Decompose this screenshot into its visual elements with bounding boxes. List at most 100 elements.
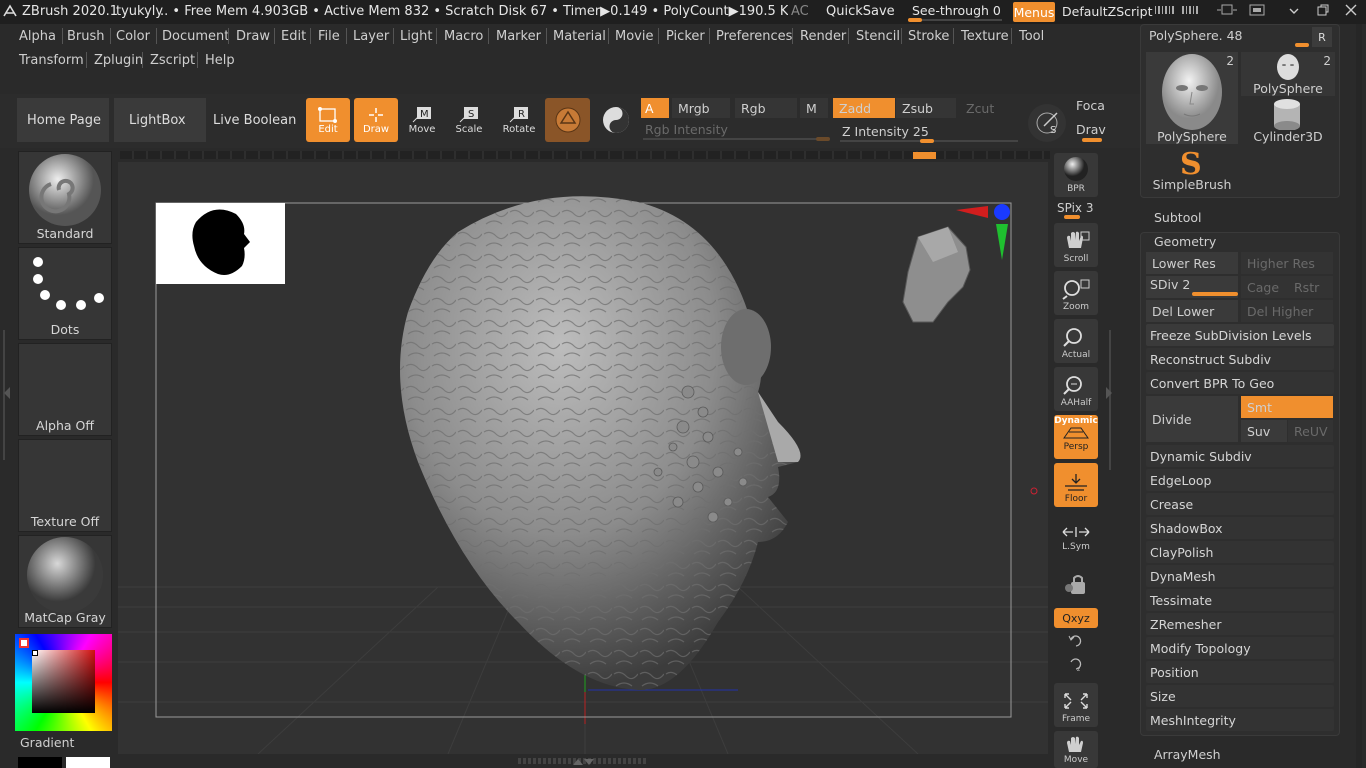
menu-marker[interactable]: Marker xyxy=(496,29,541,44)
del-lower-button[interactable]: Del Lower xyxy=(1146,300,1238,322)
menu-zscript[interactable]: Zscript xyxy=(150,53,195,68)
focal-shift-button[interactable]: S xyxy=(1028,104,1066,142)
move-mode-button[interactable]: M Move xyxy=(402,98,442,142)
crease-section[interactable]: Crease xyxy=(1146,493,1334,515)
live-boolean-button[interactable]: Live Boolean xyxy=(208,98,300,142)
material-slot[interactable]: MatCap Gray xyxy=(18,535,112,628)
menu-material[interactable]: Material xyxy=(553,29,606,44)
color-cursor[interactable] xyxy=(32,650,38,656)
aahalf-button[interactable]: AAHalf xyxy=(1054,367,1098,411)
sdiv-handle[interactable] xyxy=(1192,292,1238,296)
brush-slot[interactable]: Standard xyxy=(18,151,112,244)
size-section[interactable]: Size xyxy=(1146,685,1334,707)
scale-mode-button[interactable]: S Scale xyxy=(449,98,489,142)
menu-color[interactable]: Color xyxy=(116,29,150,44)
rotate-mode-button[interactable]: R Rotate xyxy=(499,98,539,142)
rgb-toggle[interactable]: Rgb xyxy=(735,98,797,118)
rgb-intensity-slider[interactable]: Rgb Intensity xyxy=(641,121,831,143)
floor-button[interactable]: Floor xyxy=(1054,463,1098,507)
lower-res-button[interactable]: Lower Res xyxy=(1146,252,1238,274)
menu-picker[interactable]: Picker xyxy=(666,29,705,44)
home-page-button[interactable]: Home Page xyxy=(17,98,109,142)
z-intensity-slider[interactable]: Z Intensity 25 xyxy=(838,121,1020,143)
shadowbox-section[interactable]: ShadowBox xyxy=(1146,517,1334,539)
see-through-slider[interactable]: See-through 0 xyxy=(904,1,1006,22)
menu-macro[interactable]: Macro xyxy=(444,29,483,44)
menu-layer[interactable]: Layer xyxy=(353,29,389,44)
position-section[interactable]: Position xyxy=(1146,661,1334,683)
xyz-rotate-button[interactable]: Qxyz xyxy=(1054,608,1098,628)
draw-mode-button[interactable]: Draw xyxy=(354,98,398,142)
tray-scrollbar[interactable] xyxy=(1356,24,1362,768)
menu-stroke[interactable]: Stroke xyxy=(908,29,949,44)
menu-texture[interactable]: Texture xyxy=(961,29,1009,44)
menu-preferences[interactable]: Preferences xyxy=(716,29,792,44)
secondary-color-swatch[interactable] xyxy=(66,757,110,768)
menu-movie[interactable]: Movie xyxy=(615,29,653,44)
persp-button[interactable]: Dynamic Persp xyxy=(1054,415,1098,459)
actual-button[interactable]: Actual xyxy=(1054,319,1098,363)
tool-thumb-cylinder3d[interactable]: Cylinder3D xyxy=(1241,98,1335,144)
sdiv-slider[interactable]: SDiv 2 xyxy=(1146,276,1238,298)
layout-icon-2[interactable] xyxy=(1181,3,1203,21)
quicksave-button[interactable]: QuickSave xyxy=(826,4,895,19)
menu-transform[interactable]: Transform xyxy=(19,53,84,68)
menus-button[interactable]: Menus xyxy=(1013,2,1055,22)
freeze-subdivision-button[interactable]: Freeze SubDivision Levels xyxy=(1146,324,1334,346)
convert-bpr-button[interactable]: Convert BPR To Geo xyxy=(1146,372,1334,394)
edit-mode-button[interactable]: Edit xyxy=(306,98,350,142)
canvas[interactable] xyxy=(118,162,1048,755)
zcut-toggle[interactable]: Zcut xyxy=(960,98,1020,118)
menu-edit[interactable]: Edit xyxy=(281,29,306,44)
dynamesh-section[interactable]: DynaMesh xyxy=(1146,565,1334,587)
lock-button[interactable] xyxy=(1054,559,1098,603)
alpha-slot[interactable]: Alpha Off xyxy=(18,343,112,436)
menu-zplugin[interactable]: Zplugin xyxy=(94,53,143,68)
reconstruct-subdiv-button[interactable]: Reconstruct Subdiv xyxy=(1146,348,1334,370)
menu-help[interactable]: Help xyxy=(205,53,235,68)
menu-file[interactable]: File xyxy=(318,29,340,44)
tool-thumb-polysphere-active[interactable]: 2 PolySphere xyxy=(1146,52,1238,144)
menu-stencil[interactable]: Stencil xyxy=(856,29,900,44)
dynamic-subdiv-section[interactable]: Dynamic Subdiv xyxy=(1146,445,1334,467)
menu-layout-icon[interactable] xyxy=(1248,3,1268,21)
window-layout-icon[interactable] xyxy=(1216,3,1238,21)
reuv-toggle[interactable]: ReUV xyxy=(1288,420,1333,442)
zremesher-section[interactable]: ZRemesher xyxy=(1146,613,1334,635)
divide-button[interactable]: Divide xyxy=(1146,396,1238,442)
arraymesh-header[interactable]: ArrayMesh xyxy=(1154,747,1221,762)
zadd-toggle[interactable]: Zadd xyxy=(833,98,895,118)
menu-render[interactable]: Render xyxy=(800,29,846,44)
color-swatch[interactable] xyxy=(19,638,29,648)
z-rotate-icon[interactable]: z xyxy=(1068,656,1084,672)
right-tray-arrow-icon[interactable] xyxy=(1104,386,1114,400)
menu-brush[interactable]: Brush xyxy=(67,29,105,44)
tool-thumb-polysphere[interactable]: 2 PolySphere xyxy=(1241,52,1335,96)
zoom-button[interactable]: Zoom xyxy=(1054,271,1098,315)
texture-slot[interactable]: Texture Off xyxy=(18,439,112,532)
geometry-header[interactable]: Geometry xyxy=(1154,234,1216,249)
del-higher-button[interactable]: Del Higher xyxy=(1241,300,1333,322)
color-picker[interactable] xyxy=(15,634,112,731)
rstr-button[interactable]: Rstr xyxy=(1288,276,1333,298)
menu-light[interactable]: Light xyxy=(400,29,432,44)
head-sculpt-mesh[interactable] xyxy=(400,196,801,691)
suv-toggle[interactable]: Suv xyxy=(1241,420,1287,442)
close-icon[interactable] xyxy=(1344,3,1358,21)
frame-button[interactable]: Frame xyxy=(1054,683,1098,727)
lightbox-button[interactable]: LightBox xyxy=(114,98,206,142)
viewport-scene[interactable] xyxy=(118,162,1048,755)
layout-icon[interactable] xyxy=(1154,3,1176,21)
bpr-button[interactable]: BPR xyxy=(1054,153,1098,197)
saturation-square[interactable] xyxy=(32,650,95,713)
navigation-head-gizmo[interactable] xyxy=(902,226,971,323)
minimize-icon[interactable] xyxy=(1287,3,1301,21)
zsub-toggle[interactable]: Zsub xyxy=(896,98,956,118)
subtool-header[interactable]: Subtool xyxy=(1154,210,1201,225)
edgeloop-section[interactable]: EdgeLoop xyxy=(1146,469,1334,491)
modify-topology-section[interactable]: Modify Topology xyxy=(1146,637,1334,659)
z-intensity-handle[interactable] xyxy=(920,139,934,143)
menu-tool[interactable]: Tool xyxy=(1019,29,1044,44)
stroke-slot[interactable]: Dots xyxy=(18,247,112,340)
smt-toggle[interactable]: Smt xyxy=(1241,396,1333,418)
